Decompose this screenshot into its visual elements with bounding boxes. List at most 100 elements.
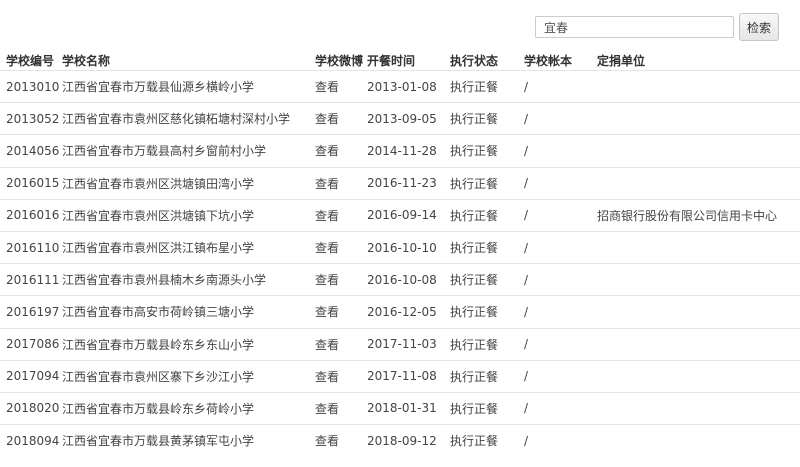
start-date-cell: 2016-10-10 xyxy=(367,230,450,264)
weibo-cell: 查看 xyxy=(315,69,367,103)
start-date-cell: 2017-11-03 xyxy=(367,327,450,361)
weibo-link[interactable]: 查看 xyxy=(315,305,339,319)
weibo-cell: 查看 xyxy=(315,230,367,264)
status-cell: 执行正餐 xyxy=(450,295,524,328)
table-header-row: 学校编号 学校名称 学校微博 开餐时间 执行状态 学校帐本 定捐单位 xyxy=(0,50,800,71)
donor-cell: 招商银行股份有限公司信用卡中心 xyxy=(597,198,800,232)
table-row: 2016111 江西省宜春市袁州县楠木乡南源头小学 查看 2016-10-08 执行正餐… xyxy=(0,263,800,296)
weibo-cell: 查看 xyxy=(315,134,367,168)
donor-cell xyxy=(597,327,800,361)
table-row: 2016197 江西省宜春市高安市荷岭镇三塘小学 查看 2016-12-05 执行正餐 / xyxy=(0,295,800,328)
start-date-cell: 2017-11-08 xyxy=(367,359,450,393)
school-name-cell: 江西省宜春市万载县黄茅镇军屯小学 xyxy=(62,424,315,457)
weibo-link[interactable]: 查看 xyxy=(315,241,339,255)
column-header-account: 学校帐本 xyxy=(524,53,573,68)
column-header-weibo: 学校微博 xyxy=(315,53,364,68)
account-cell: / xyxy=(524,198,597,232)
weibo-link[interactable]: 查看 xyxy=(315,338,339,352)
table-row: 2018020 江西省宜春市万载县岭东乡荷岭小学 查看 2018-01-31 执行正餐 / xyxy=(0,391,800,425)
school-name-cell: 江西省宜春市万载县仙源乡横岭小学 xyxy=(62,69,315,103)
start-date-cell: 2016-09-14 xyxy=(367,198,450,232)
status-cell: 执行正餐 xyxy=(450,134,524,168)
status-cell: 执行正餐 xyxy=(450,424,524,457)
weibo-link[interactable]: 查看 xyxy=(315,370,339,384)
donor-cell xyxy=(597,134,800,168)
school-id-cell: 2016015 xyxy=(0,166,62,200)
start-date-cell: 2016-12-05 xyxy=(367,295,450,328)
donor-cell xyxy=(597,102,800,135)
start-date-cell: 2013-01-08 xyxy=(367,69,450,103)
account-cell: / xyxy=(524,424,597,457)
account-cell: / xyxy=(524,359,597,393)
column-header-id: 学校编号 xyxy=(6,53,55,68)
start-date-cell: 2018-01-31 xyxy=(367,391,450,425)
status-cell: 执行正餐 xyxy=(450,327,524,361)
account-cell: / xyxy=(524,327,597,361)
table-row: 2016015 江西省宜春市袁州区洪塘镇田湾小学 查看 2016-11-23 执行正餐 / xyxy=(0,166,800,200)
school-table: 学校编号 学校名称 学校微博 开餐时间 执行状态 学校帐本 定捐单位 20130… xyxy=(0,50,800,457)
account-cell: / xyxy=(524,230,597,264)
donor-cell xyxy=(597,391,800,425)
school-name-cell: 江西省宜春市袁州区洪塘镇田湾小学 xyxy=(62,166,315,200)
weibo-cell: 查看 xyxy=(315,102,367,135)
weibo-link[interactable]: 查看 xyxy=(315,144,339,158)
start-date-cell: 2018-09-12 xyxy=(367,424,450,457)
table-row: 2013052 江西省宜春市袁州区慈化镇柘塘村深村小学 查看 2013-09-05 执行… xyxy=(0,102,800,135)
status-cell: 执行正餐 xyxy=(450,263,524,296)
start-date-cell: 2014-11-28 xyxy=(367,134,450,168)
school-id-cell: 2017086 xyxy=(0,327,62,361)
school-name-cell: 江西省宜春市万载县岭东乡东山小学 xyxy=(62,327,315,361)
weibo-cell: 查看 xyxy=(315,198,367,232)
school-name-cell: 江西省宜春市袁州县楠木乡南源头小学 xyxy=(62,263,315,296)
column-header-status: 执行状态 xyxy=(450,53,499,68)
school-id-cell: 2014056 xyxy=(0,134,62,168)
status-cell: 执行正餐 xyxy=(450,359,524,393)
school-name-cell: 江西省宜春市袁州区洪塘镇下坑小学 xyxy=(62,198,315,232)
donor-cell xyxy=(597,230,800,264)
school-id-cell: 2018020 xyxy=(0,391,62,425)
weibo-cell: 查看 xyxy=(315,263,367,296)
status-cell: 执行正餐 xyxy=(450,69,524,103)
weibo-link[interactable]: 查看 xyxy=(315,177,339,191)
school-name-cell: 江西省宜春市袁州区洪江镇布星小学 xyxy=(62,230,315,264)
school-id-cell: 2016197 xyxy=(0,295,62,328)
table-row: 2013010 江西省宜春市万载县仙源乡横岭小学 查看 2013-01-08 执行正餐 / xyxy=(0,69,800,103)
weibo-link[interactable]: 查看 xyxy=(315,209,339,223)
donor-cell xyxy=(597,263,800,296)
table-row: 2016110 江西省宜春市袁州区洪江镇布星小学 查看 2016-10-10 执行正餐 / xyxy=(0,230,800,264)
weibo-link[interactable]: 查看 xyxy=(315,434,339,448)
table-row: 2014056 江西省宜春市万载县高村乡窗前村小学 查看 2014-11-28 执行正餐… xyxy=(0,134,800,168)
search-bar: 检索 xyxy=(535,13,779,41)
school-id-cell: 2016016 xyxy=(0,198,62,232)
account-cell: / xyxy=(524,134,597,168)
start-date-cell: 2013-09-05 xyxy=(367,102,450,135)
search-button[interactable]: 检索 xyxy=(739,13,779,41)
school-id-cell: 2016111 xyxy=(0,263,62,296)
weibo-cell: 查看 xyxy=(315,391,367,425)
account-cell: / xyxy=(524,69,597,103)
weibo-link[interactable]: 查看 xyxy=(315,273,339,287)
start-date-cell: 2016-10-08 xyxy=(367,263,450,296)
table-row: 2017094 江西省宜春市袁州区寨下乡沙江小学 查看 2017-11-08 执行正餐 / xyxy=(0,359,800,393)
table-row: 2017086 江西省宜春市万载县岭东乡东山小学 查看 2017-11-03 执行正餐 / xyxy=(0,327,800,361)
school-name-cell: 江西省宜春市万载县岭东乡荷岭小学 xyxy=(62,391,315,425)
weibo-link[interactable]: 查看 xyxy=(315,112,339,126)
table-row: 2018094 江西省宜春市万载县黄茅镇军屯小学 查看 2018-09-12 执行正餐 / xyxy=(0,424,800,457)
account-cell: / xyxy=(524,102,597,135)
column-header-start-date: 开餐时间 xyxy=(367,53,416,68)
start-date-cell: 2016-11-23 xyxy=(367,166,450,200)
weibo-link[interactable]: 查看 xyxy=(315,402,339,416)
school-name-cell: 江西省宜春市袁州区寨下乡沙江小学 xyxy=(62,359,315,393)
account-cell: / xyxy=(524,263,597,296)
school-name-cell: 江西省宜春市万载县高村乡窗前村小学 xyxy=(62,134,315,168)
search-input[interactable] xyxy=(535,16,734,38)
weibo-cell: 查看 xyxy=(315,424,367,457)
donor-cell xyxy=(597,166,800,200)
account-cell: / xyxy=(524,391,597,425)
status-cell: 执行正餐 xyxy=(450,198,524,232)
school-id-cell: 2013010 xyxy=(0,69,62,103)
account-cell: / xyxy=(524,295,597,328)
status-cell: 执行正餐 xyxy=(450,391,524,425)
school-name-cell: 江西省宜春市高安市荷岭镇三塘小学 xyxy=(62,295,315,328)
weibo-link[interactable]: 查看 xyxy=(315,80,339,94)
